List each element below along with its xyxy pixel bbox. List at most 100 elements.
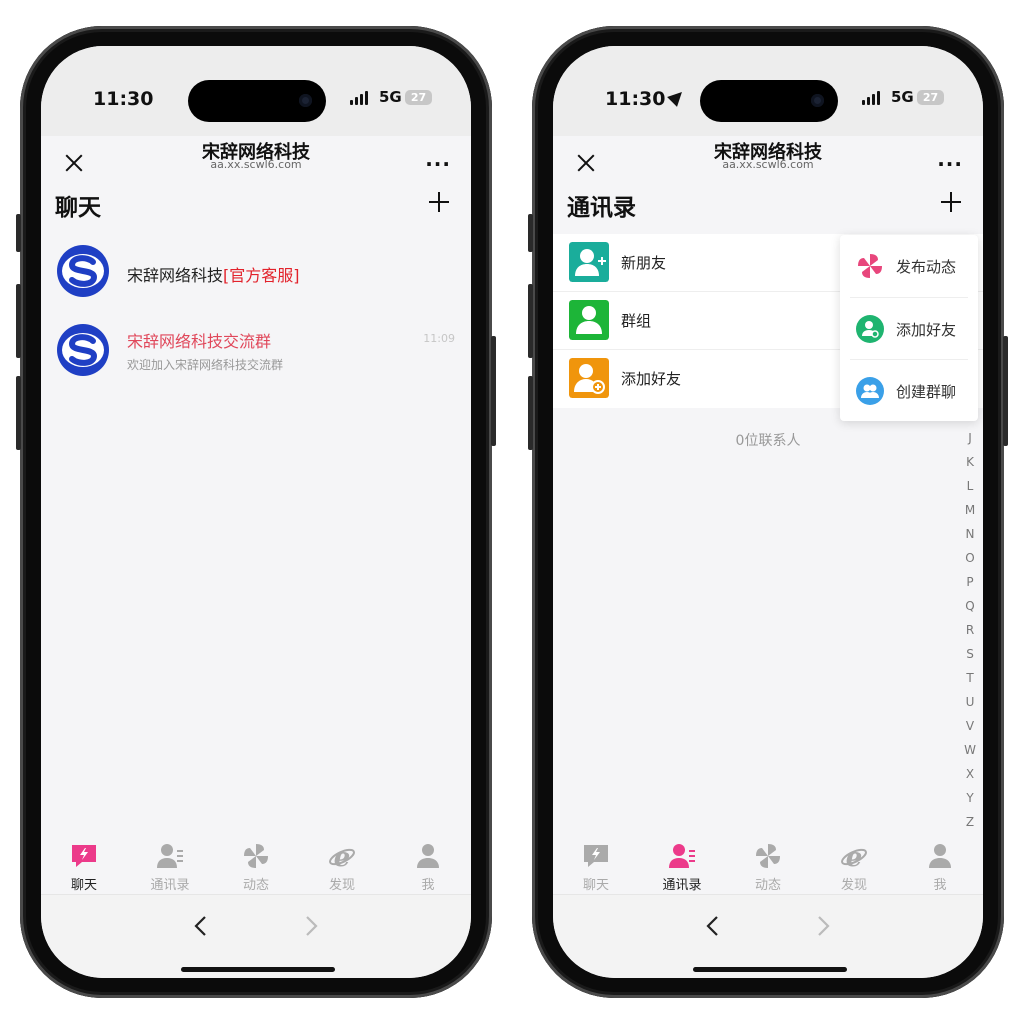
tab-chat[interactable]: 聊天 <box>41 836 127 894</box>
contact-count: 0位联系人 <box>735 433 801 449</box>
tab-label: 动态 <box>242 878 269 893</box>
index-letter[interactable]: P <box>963 570 977 594</box>
forward-arrow-icon[interactable] <box>809 913 835 939</box>
add-button[interactable] <box>941 192 961 212</box>
official-tag: [官方客服] <box>223 266 300 285</box>
index-letter[interactable]: Q <box>963 594 977 618</box>
index-letter[interactable]: M <box>963 498 977 522</box>
popup-item-add-friend[interactable]: 添加好友 <box>850 297 968 359</box>
camera-icon <box>299 94 312 107</box>
index-letter[interactable]: R <box>963 618 977 642</box>
tab-label: 发现 <box>328 878 355 893</box>
tab-chat[interactable]: 聊天 <box>553 836 639 894</box>
chat-icon <box>72 845 96 867</box>
tab-bar: 聊天 通讯录 动态 e 发现 我 <box>41 836 471 894</box>
back-arrow-icon[interactable] <box>701 913 727 939</box>
index-letter[interactable]: W <box>963 738 977 762</box>
add-friend-icon <box>569 358 609 398</box>
browser-toolbar <box>553 894 983 978</box>
volume-down-button <box>528 376 533 450</box>
group-icon <box>569 300 609 340</box>
home-indicator <box>181 967 335 972</box>
tab-moments[interactable]: 动态 <box>213 836 299 894</box>
index-letter[interactable]: Y <box>963 786 977 810</box>
index-letter[interactable]: U <box>963 690 977 714</box>
tab-label: 通讯录 <box>150 878 190 893</box>
popup-item-label: 创建群聊 <box>896 383 957 401</box>
tab-label: 我 <box>421 878 435 893</box>
volume-up-button <box>528 284 533 358</box>
status-time: 11:30 <box>93 88 154 110</box>
tab-me[interactable]: 我 <box>897 836 983 894</box>
tab-me[interactable]: 我 <box>385 836 471 894</box>
phone-left: 11:30 5G 27 宋辞网络科技 aa.xx.scwl6.com ··· 聊… <box>16 26 496 998</box>
chat-item-group[interactable]: 宋辞网络科技交流群 欢迎加入宋辞网络科技交流群 11:09 <box>41 318 471 388</box>
discover-icon: e <box>329 843 355 870</box>
screen: 11:30 5G 27 宋辞网络科技 aa.xx.scwl6.com ··· 通… <box>553 46 983 978</box>
tab-contacts[interactable]: 通讯录 <box>639 836 725 894</box>
alphabet-index[interactable]: IJKLMNOPQRSTUVWXYZ <box>963 402 977 834</box>
company-logo-icon <box>57 245 109 297</box>
action-button <box>16 214 21 252</box>
contacts-header: 通讯录 <box>553 178 983 234</box>
chat-name: 宋辞网络科技[官方客服] <box>127 262 300 286</box>
svg-text:e: e <box>846 843 863 870</box>
index-letter[interactable]: L <box>963 474 977 498</box>
index-letter[interactable]: X <box>963 762 977 786</box>
svg-text:e: e <box>334 843 351 870</box>
status-time-text: 11:30 <box>605 88 666 110</box>
home-indicator <box>693 967 847 972</box>
status-bar: 11:30 5G 27 <box>553 46 983 136</box>
tab-contacts[interactable]: 通讯录 <box>127 836 213 894</box>
tab-label: 通讯录 <box>662 878 702 893</box>
index-letter[interactable]: O <box>963 546 977 570</box>
chat-icon <box>584 845 608 867</box>
chat-item-service[interactable]: 宋辞网络科技[官方客服] <box>41 236 471 306</box>
power-button <box>491 336 496 446</box>
contacts-title: 通讯录 <box>567 195 636 221</box>
tab-label: 聊天 <box>582 878 609 893</box>
contacts-icon <box>669 844 695 868</box>
new-friend-icon <box>569 242 609 282</box>
popup-item-post[interactable]: 发布动态 <box>850 235 968 297</box>
power-button <box>1003 336 1008 446</box>
network-label: 5G <box>379 88 402 106</box>
popup-item-create-group[interactable]: 创建群聊 <box>850 359 968 421</box>
index-letter[interactable]: K <box>963 450 977 474</box>
page-url: aa.xx.scwl6.com <box>722 158 814 171</box>
index-letter[interactable]: N <box>963 522 977 546</box>
index-letter[interactable]: S <box>963 642 977 666</box>
chat-time: 11:09 <box>423 332 455 345</box>
chat-name-text: 宋辞网络科技 <box>127 266 224 285</box>
chat-preview: 欢迎加入宋辞网络科技交流群 <box>127 358 284 372</box>
status-bar: 11:30 5G 27 <box>41 46 471 136</box>
company-logo-icon <box>57 324 109 376</box>
more-button[interactable]: ··· <box>425 152 451 176</box>
index-letter[interactable]: T <box>963 666 977 690</box>
location-arrow-icon <box>667 87 688 107</box>
screen: 11:30 5G 27 宋辞网络科技 aa.xx.scwl6.com ··· 聊… <box>41 46 471 978</box>
index-letter[interactable]: J <box>963 426 977 450</box>
signal-icon <box>350 91 368 105</box>
profile-icon <box>417 844 439 868</box>
profile-icon <box>929 844 951 868</box>
pinwheel-icon <box>858 254 882 278</box>
back-arrow-icon[interactable] <box>189 913 215 939</box>
tab-label: 动态 <box>754 878 781 893</box>
forward-arrow-icon[interactable] <box>297 913 323 939</box>
chat-header: 聊天 <box>41 178 471 234</box>
tab-discover[interactable]: e 发现 <box>299 836 385 894</box>
battery-icon: 27 <box>405 90 432 105</box>
more-button[interactable]: ··· <box>937 152 963 176</box>
tab-label: 我 <box>933 878 947 893</box>
contacts-item-label: 新朋友 <box>621 254 667 272</box>
index-letter[interactable]: Z <box>963 810 977 834</box>
page-url: aa.xx.scwl6.com <box>210 158 302 171</box>
add-button[interactable] <box>429 192 449 212</box>
tab-discover[interactable]: e 发现 <box>811 836 897 894</box>
popup-item-label: 添加好友 <box>896 321 957 339</box>
volume-up-button <box>16 284 21 358</box>
tab-moments[interactable]: 动态 <box>725 836 811 894</box>
index-letter[interactable]: V <box>963 714 977 738</box>
contacts-icon <box>157 844 183 868</box>
